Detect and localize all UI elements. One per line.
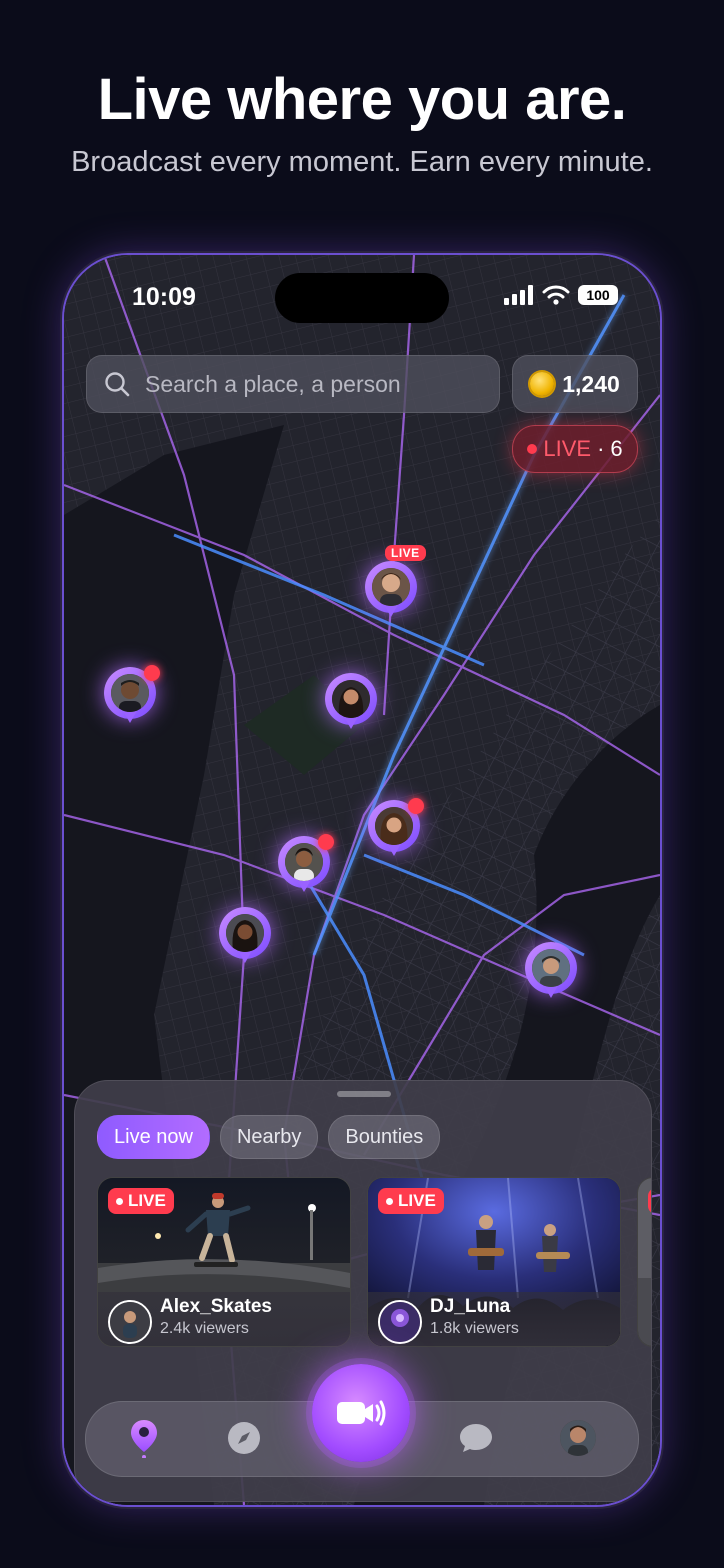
streamer-name: Alex_Skates [160, 1296, 272, 1317]
chat-bubble-icon [460, 1424, 492, 1452]
viewer-count: 2.4k viewers [160, 1320, 249, 1337]
compass-icon [228, 1422, 260, 1454]
nav-messages[interactable] [458, 1420, 494, 1456]
search-input[interactable] [143, 369, 477, 399]
map-pin-center-right[interactable] [368, 798, 424, 862]
avatar [372, 568, 410, 606]
map-pin-center-lower[interactable] [278, 834, 334, 898]
headline: Live where you are. [97, 67, 627, 132]
live-count-label: LIVE [543, 436, 592, 461]
avatar [285, 843, 323, 881]
stream-card[interactable]: LIVE Alex_Skates 2.4k viewers [97, 1177, 351, 1347]
battery-indicator: 100 [578, 285, 618, 305]
avatar [375, 807, 413, 845]
live-cards-carousel[interactable]: LIVE Alex_Skates 2.4k viewers LIVE DJ_Lu… [97, 1177, 651, 1349]
live-dot-icon [144, 665, 160, 681]
tab-nearby[interactable]: Nearby [219, 1115, 319, 1159]
live-dot-icon [318, 834, 334, 850]
avatar [332, 680, 370, 718]
tab-live-now[interactable]: Live now [97, 1115, 210, 1159]
go-live-button[interactable] [312, 1364, 410, 1462]
avatar [108, 1300, 152, 1344]
subheadline: Broadcast every moment. Earn every minut… [71, 146, 653, 178]
viewer-count: 1.8k viewers [430, 1320, 519, 1337]
live-streams-sheet[interactable]: Live now Nearby Bounties LIVE Alex_Skate… [74, 1080, 652, 1502]
nav-explore[interactable] [226, 1420, 262, 1456]
live-badge-label: LIVE [398, 1191, 436, 1210]
live-badge: LIVE [378, 1188, 444, 1214]
stream-card[interactable]: LIVE DJ_Luna 1.8k viewers [367, 1177, 621, 1347]
stream-card-partial[interactable] [637, 1177, 651, 1347]
avatar [378, 1300, 422, 1344]
status-time: 10:09 [132, 283, 196, 311]
signal-icon [504, 285, 533, 305]
map-pin-left[interactable] [104, 665, 160, 729]
live-badge [648, 1188, 651, 1214]
tab-bounties[interactable]: Bounties [328, 1115, 441, 1159]
nav-profile[interactable] [560, 1420, 596, 1456]
nav-map[interactable] [126, 1420, 162, 1458]
phone-frame: 10:09 100 1,240 LIVE · 6 [64, 255, 660, 1505]
map-pin-live-top[interactable]: LIVE [365, 545, 426, 623]
coin-balance: 1,240 [562, 370, 620, 397]
status-icons: 100 [504, 285, 618, 305]
live-count-value: 6 [610, 436, 623, 461]
avatar [226, 914, 264, 952]
sheet-drag-handle[interactable] [337, 1091, 391, 1097]
filter-tabs: Live now Nearby Bounties [97, 1115, 441, 1159]
coin-balance-button[interactable]: 1,240 [512, 355, 638, 413]
map-pin-lower-left[interactable] [219, 907, 271, 969]
live-dot-icon [408, 798, 424, 814]
streamer-name: DJ_Luna [430, 1296, 511, 1317]
stream-info: DJ_Luna 1.8k viewers [368, 1292, 620, 1346]
map-pin-right[interactable] [525, 942, 577, 1004]
live-count-separator: · [597, 436, 605, 461]
search-bar[interactable] [86, 355, 500, 413]
coin-icon [530, 372, 555, 396]
pin-live-tag: LIVE [385, 545, 426, 561]
profile-avatar [560, 1420, 596, 1456]
live-badge: LIVE [108, 1188, 174, 1214]
avatar [532, 949, 570, 987]
live-count-badge[interactable]: LIVE · 6 [512, 425, 638, 473]
dynamic-island [275, 273, 449, 323]
wifi-icon [542, 285, 570, 305]
stream-info: Alex_Skates 2.4k viewers [98, 1292, 350, 1346]
live-badge-label: LIVE [128, 1191, 166, 1210]
map-pin-center[interactable] [325, 673, 377, 735]
go-live-camera-icon [337, 1400, 386, 1426]
live-dot-icon [527, 444, 538, 454]
search-icon [105, 372, 130, 397]
avatar [111, 674, 149, 712]
map-pin-icon [131, 1420, 157, 1458]
